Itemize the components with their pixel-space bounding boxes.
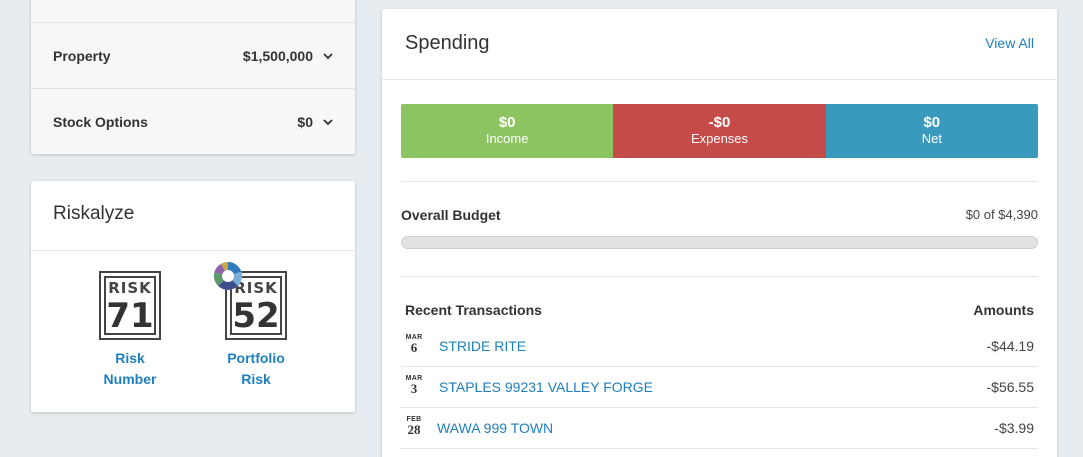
risk-number-label-line2: Number bbox=[103, 371, 157, 387]
risk-badge-number: 52 bbox=[232, 296, 280, 336]
transaction-row[interactable]: MAR 3 STAPLES 99231 VALLEY FORGE -$56.55 bbox=[401, 367, 1038, 408]
asset-value: $0 bbox=[297, 113, 313, 130]
transaction-merchant-link[interactable]: STAPLES 99231 VALLEY FORGE bbox=[439, 379, 653, 395]
risk-number-badge-icon[interactable]: RISK 71 bbox=[99, 271, 161, 340]
divider bbox=[401, 181, 1038, 182]
income-label: Income bbox=[485, 131, 529, 146]
net-label: Net bbox=[921, 131, 942, 146]
expenses-label: Expenses bbox=[690, 131, 749, 146]
transaction-day: 28 bbox=[407, 422, 421, 437]
transaction-merchant-link[interactable]: STRIDE RITE bbox=[439, 338, 526, 354]
spending-card: Spending View All $0 Income -$0 Expenses… bbox=[382, 9, 1057, 457]
portfolio-risk-label-line2: Risk bbox=[241, 371, 271, 387]
riskalyze-title: Riskalyze bbox=[53, 203, 135, 224]
risk-number-label-line1: Risk bbox=[115, 350, 145, 366]
expenses-amount: -$0 bbox=[708, 114, 731, 131]
transaction-day: 6 bbox=[410, 340, 418, 355]
chevron-down-icon[interactable] bbox=[323, 117, 333, 127]
budget-progress-bar bbox=[401, 236, 1038, 249]
asset-label: Stock Options bbox=[53, 113, 148, 130]
transaction-row[interactable]: MAR 6 STRIDE RITE -$44.19 bbox=[401, 326, 1038, 367]
net-amount: $0 bbox=[923, 114, 941, 131]
asset-value: $1,500,000 bbox=[242, 47, 313, 64]
view-all-link[interactable]: View All bbox=[985, 35, 1034, 51]
risk-badge-number: 71 bbox=[106, 296, 154, 336]
transaction-row[interactable]: FEB 28 WAWA 999 TOWN -$3.99 bbox=[401, 408, 1038, 449]
transaction-amount: -$3.99 bbox=[994, 420, 1034, 436]
expenses-segment[interactable]: -$0 Expenses bbox=[613, 104, 826, 158]
transaction-merchant-link[interactable]: WAWA 999 TOWN bbox=[437, 420, 553, 436]
transaction-amount: -$44.19 bbox=[986, 338, 1034, 354]
spending-summary-bar: $0 Income -$0 Expenses $0 Net bbox=[401, 104, 1038, 158]
overall-budget-value: $0 of $4,390 bbox=[965, 207, 1038, 222]
asset-label: Property bbox=[53, 47, 111, 64]
divider bbox=[31, 250, 355, 251]
transaction-amount: -$56.55 bbox=[986, 379, 1034, 395]
income-amount: $0 bbox=[498, 114, 516, 131]
recent-transactions-header: Recent Transactions bbox=[405, 302, 542, 318]
transaction-day: 3 bbox=[410, 381, 418, 396]
transaction-date: FEB 28 bbox=[404, 416, 424, 436]
portfolio-risk-label-line1: Portfolio bbox=[227, 350, 285, 366]
income-segment[interactable]: $0 Income bbox=[401, 104, 614, 158]
risk-badge-word: RISK bbox=[108, 279, 152, 297]
transaction-date: MAR 3 bbox=[404, 375, 424, 395]
overall-budget-label: Overall Budget bbox=[401, 207, 501, 223]
divider bbox=[401, 276, 1038, 277]
portfolio-risk-link[interactable]: Portfolio Risk bbox=[206, 348, 306, 390]
asset-row-property[interactable]: Property $1,500,000 bbox=[31, 22, 355, 88]
risk-number-link[interactable]: Risk Number bbox=[80, 348, 180, 390]
portfolio-pie-icon bbox=[213, 262, 242, 291]
riskalyze-card: Riskalyze RISK 71 Risk Number RISK 52 Po… bbox=[31, 181, 355, 412]
asset-row-stock-options[interactable]: Stock Options $0 bbox=[31, 88, 355, 154]
net-segment[interactable]: $0 Net bbox=[825, 104, 1038, 158]
divider bbox=[382, 79, 1057, 80]
amounts-header: Amounts bbox=[973, 302, 1034, 318]
transaction-date: MAR 6 bbox=[404, 334, 424, 354]
spending-title: Spending bbox=[405, 32, 490, 54]
chevron-down-icon[interactable] bbox=[323, 51, 333, 61]
assets-card: Property $1,500,000 Stock Options $0 bbox=[31, 0, 355, 154]
